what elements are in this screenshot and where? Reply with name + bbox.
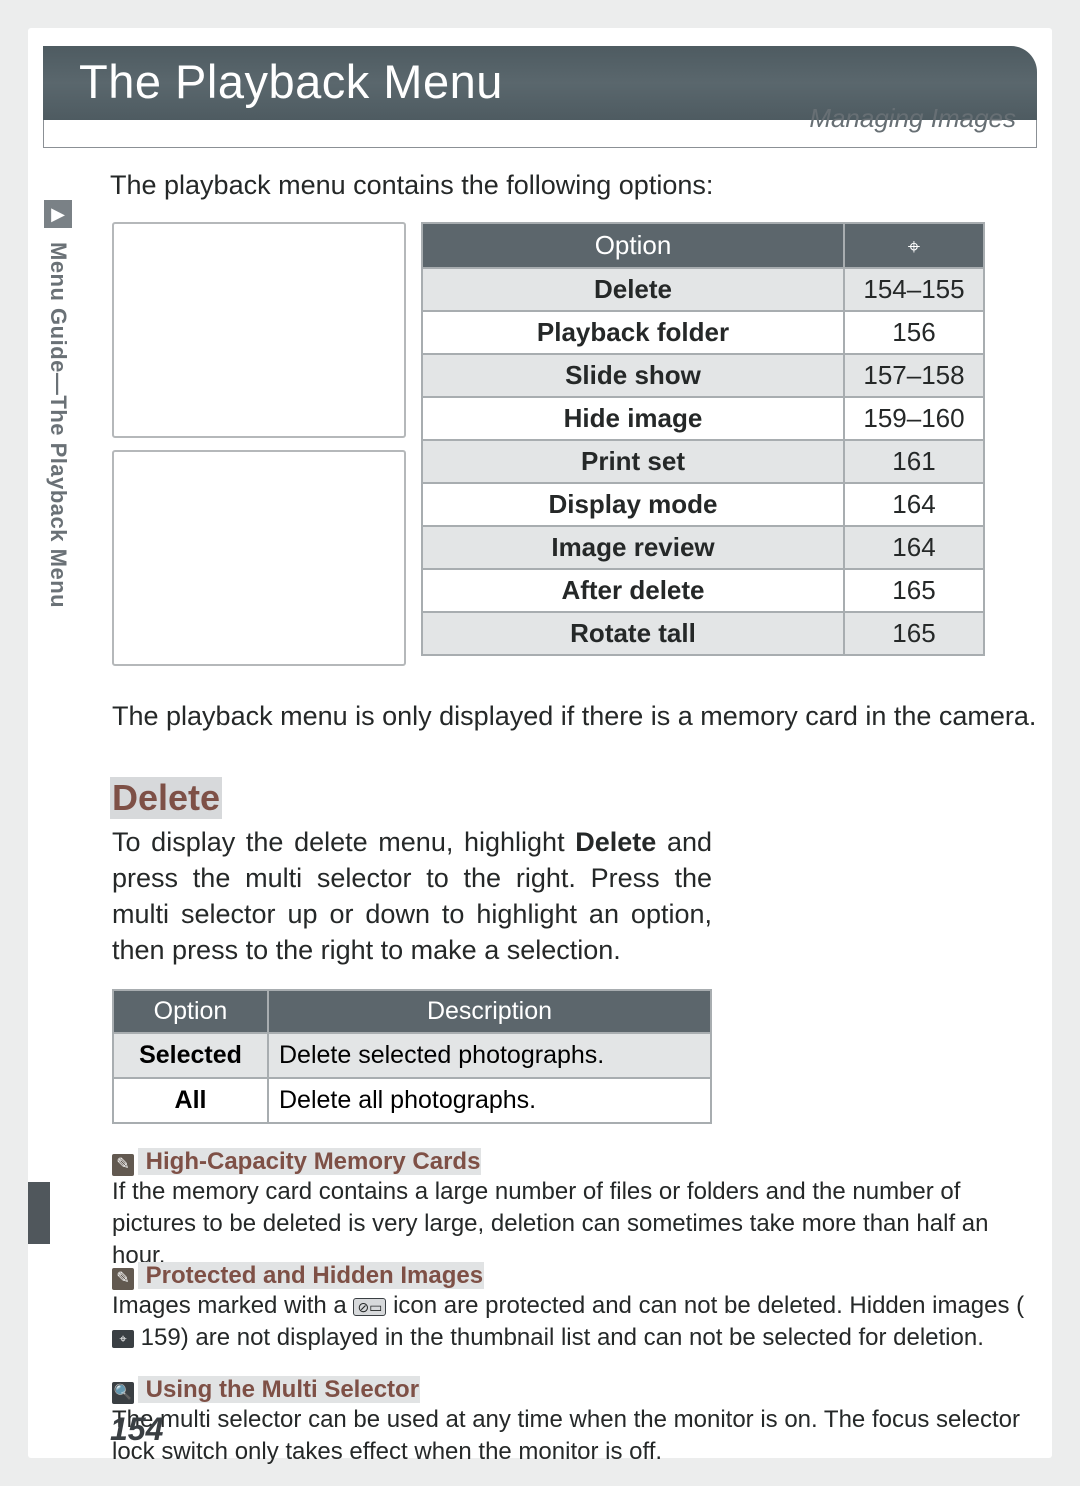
note-multi-selector: 🔍 Using the Multi Selector The multi sel… [112, 1376, 1037, 1468]
memory-card-note: The playback menu is only displayed if t… [112, 701, 1036, 732]
page-ref-icon: ⌖ [112, 1330, 134, 1348]
pencil-icon: ✎ [112, 1154, 134, 1176]
delete-col-option: Option [113, 990, 268, 1033]
sidebar-tab [28, 1182, 50, 1244]
page-number: 154 [110, 1411, 163, 1448]
table-row: Image review164 [422, 526, 984, 569]
magnifier-icon: 🔍 [112, 1382, 134, 1404]
table-row: Playback folder156 [422, 311, 984, 354]
playback-icon: ▶ [44, 200, 72, 228]
note-protected-hidden: ✎ Protected and Hidden Images Images mar… [112, 1262, 1037, 1354]
subtitle-bar: Managing Images [43, 120, 1037, 148]
sidebar-label: Menu Guide—The Playback Menu [45, 242, 71, 608]
pencil-icon: ✎ [112, 1268, 134, 1290]
table-row: SelectedDelete selected photographs. [113, 1033, 711, 1078]
playback-options-table: Option Delete154–155 Playback folder156 … [421, 222, 985, 656]
screenshot-placeholder-lower [112, 450, 406, 666]
delete-paragraph: To display the delete menu, highlight De… [112, 824, 712, 968]
table-row: After delete165 [422, 569, 984, 612]
table-row: Display mode164 [422, 483, 984, 526]
delete-options-table: Option Description SelectedDelete select… [112, 989, 712, 1124]
table-row: Slide show157–158 [422, 354, 984, 397]
subtitle: Managing Images [809, 103, 1016, 133]
table-row: Hide image159–160 [422, 397, 984, 440]
options-col-option: Option [422, 223, 844, 268]
table-row: AllDelete all photographs. [113, 1078, 711, 1123]
table-row: Delete154–155 [422, 268, 984, 311]
protect-icon: ⊘▭ [353, 1298, 386, 1316]
note-high-capacity: ✎ High-Capacity Memory Cards If the memo… [112, 1148, 1037, 1272]
table-row: Rotate tall165 [422, 612, 984, 655]
page-ref-icon [902, 230, 926, 250]
delete-heading: Delete [110, 777, 222, 819]
page-title: The Playback Menu [43, 46, 1037, 109]
screenshot-placeholder-upper [112, 222, 406, 438]
table-row: Print set161 [422, 440, 984, 483]
intro-text: The playback menu contains the following… [110, 170, 713, 201]
options-col-page-icon [844, 223, 984, 268]
delete-col-desc: Description [268, 990, 711, 1033]
